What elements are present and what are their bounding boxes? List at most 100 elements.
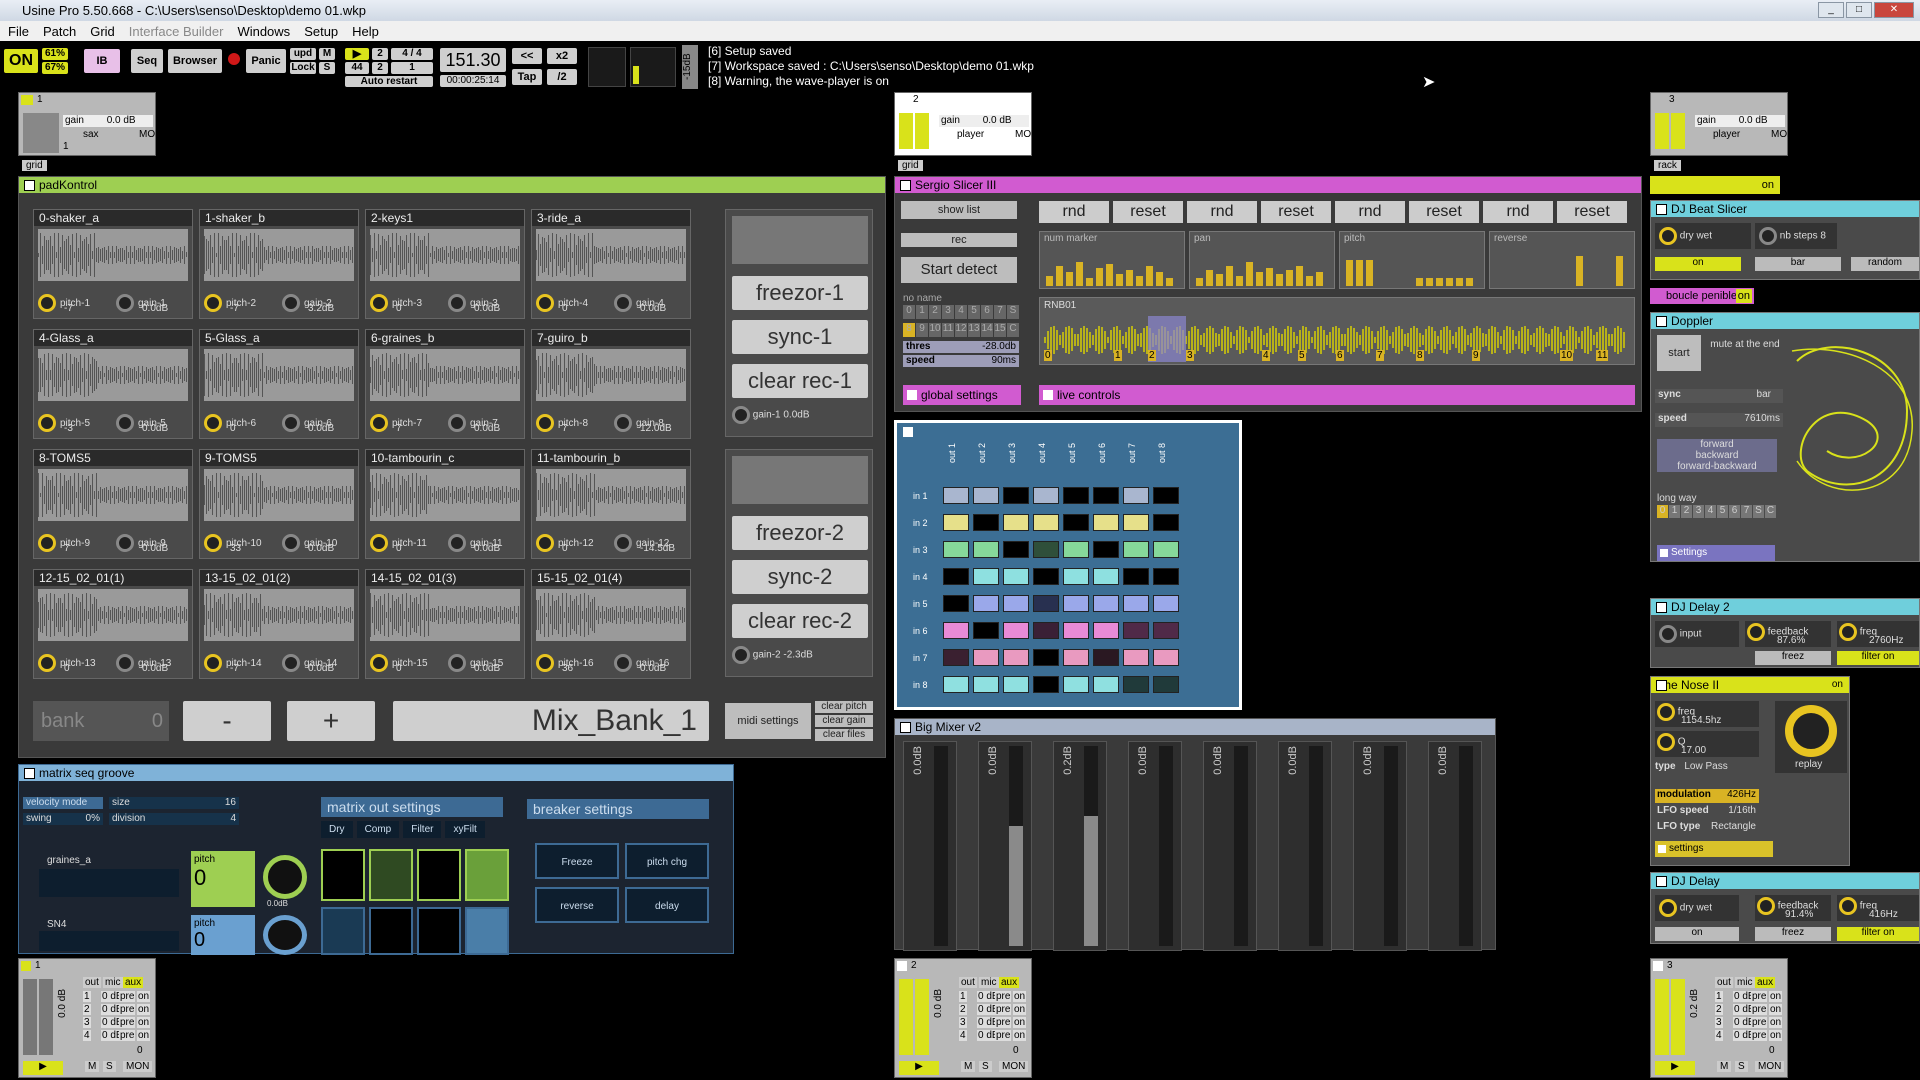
menu-setup[interactable]: Setup <box>304 24 338 39</box>
bus-cell[interactable]: on <box>1769 1017 1783 1028</box>
mute-button[interactable]: M <box>961 1061 976 1072</box>
sample-pad[interactable]: 5-Glass_a pitch-6 0 gain-6 0.0dB <box>199 329 359 439</box>
mon-button[interactable]: MON <box>999 1061 1029 1072</box>
matrix-cell[interactable] <box>973 595 999 612</box>
matrix-cell[interactable] <box>1033 622 1059 639</box>
gain-knob[interactable]: gain-1 0.0dB <box>116 294 168 314</box>
delay-freez-button[interactable]: freez <box>1755 927 1831 941</box>
matrix-cell[interactable] <box>1123 595 1149 612</box>
record-icon[interactable] <box>228 53 240 65</box>
slice-number[interactable]: 6 <box>981 305 993 319</box>
play-icon[interactable]: ▶ <box>1655 1061 1695 1075</box>
sync-control[interactable]: sync bar <box>1655 389 1783 403</box>
sample-pad[interactable]: 1-shaker_b pitch-2 -7 gain-2 3.2dB <box>199 209 359 319</box>
swing-slider[interactable]: swing 0% <box>23 813 103 825</box>
bar-button[interactable]: bar <box>1755 257 1841 271</box>
matrix-cell[interactable] <box>973 568 999 585</box>
matrix-cell[interactable] <box>973 487 999 504</box>
pad-waveform[interactable] <box>370 349 520 401</box>
boucle-on[interactable]: on <box>1735 289 1752 303</box>
pad-waveform[interactable] <box>204 229 354 281</box>
matrix-cell[interactable] <box>1093 514 1119 531</box>
bus-cell[interactable]: on <box>1769 991 1783 1002</box>
pad-waveform[interactable] <box>536 589 686 641</box>
sequence-editor[interactable]: reverse <box>1489 231 1635 289</box>
matrix-cell[interactable] <box>1153 622 1179 639</box>
slicer-reset-button[interactable]: reset <box>1261 201 1331 223</box>
filter-on-button[interactable]: filter on <box>1837 651 1919 665</box>
clear-pitch-button[interactable]: clear pitch <box>815 701 873 713</box>
filter-type[interactable]: type Low Pass <box>1655 761 1759 773</box>
doppler-header[interactable]: Doppler <box>1651 313 1919 329</box>
clear-rec-1-button[interactable]: clear rec-1 <box>732 364 868 398</box>
matrix-cell[interactable] <box>943 568 969 585</box>
gain-knob[interactable]: gain-5 0.0dB <box>116 414 168 434</box>
rack-gain[interactable]: gain 0.0 dB <box>939 115 1029 127</box>
matrix-cell[interactable] <box>1153 649 1179 666</box>
pad-waveform[interactable] <box>38 349 188 401</box>
long-way-number[interactable]: 3 <box>1693 505 1704 518</box>
long-way-number[interactable]: C <box>1765 505 1776 518</box>
gain-knob[interactable]: gain-4 0.0dB <box>614 294 666 314</box>
matrix-cell[interactable] <box>1153 514 1179 531</box>
bus-cell[interactable]: 1 <box>959 991 967 1002</box>
mute-button[interactable]: M <box>85 1061 100 1072</box>
long-way-number[interactable]: 1 <box>1669 505 1680 518</box>
matrix-cell[interactable] <box>1123 649 1149 666</box>
matrix-cell[interactable] <box>1063 595 1089 612</box>
matrix-cell[interactable] <box>1003 568 1029 585</box>
bus-cell[interactable]: 2 <box>1715 1004 1723 1015</box>
matrix-cell[interactable] <box>1033 595 1059 612</box>
doppler-settings-button[interactable]: Settings <box>1657 545 1775 561</box>
track-steps-sn4[interactable] <box>39 931 179 951</box>
pitch-knob[interactable]: pitch-7 7 <box>370 414 422 434</box>
matrix-cell[interactable] <box>1093 541 1119 558</box>
matrix-cell[interactable] <box>1123 676 1149 693</box>
bus-cell[interactable]: on <box>1013 1030 1027 1041</box>
bus-cell[interactable]: pre <box>1751 1030 1768 1041</box>
m-button[interactable]: M <box>319 48 335 60</box>
pitch-control-2[interactable]: pitch 0 <box>191 915 255 955</box>
matrix-cell[interactable] <box>1153 595 1179 612</box>
start-detect-button[interactable]: Start detect <box>901 257 1017 283</box>
pitch-knob[interactable]: pitch-14 -7 <box>204 654 262 674</box>
matrix-cell[interactable] <box>1063 622 1089 639</box>
menu-help[interactable]: Help <box>352 24 379 39</box>
pad-waveform[interactable] <box>370 589 520 641</box>
matrix-cell[interactable] <box>1153 487 1179 504</box>
slicer-reset-button[interactable]: reset <box>1557 201 1627 223</box>
bus-cell[interactable]: pre <box>119 1017 136 1028</box>
matrix-cell[interactable] <box>1123 487 1149 504</box>
slice-marker[interactable]: 6 <box>1336 350 1344 361</box>
minimize-button[interactable]: _ <box>1818 2 1844 18</box>
slice-number[interactable]: 0 <box>903 305 915 319</box>
reverse-button[interactable]: reverse <box>535 887 619 923</box>
matrix-out-settings-button[interactable]: matrix out settings <box>321 797 503 817</box>
pitch-knob[interactable]: pitch-5 -3 <box>38 414 90 434</box>
matrix-cell[interactable] <box>1123 568 1149 585</box>
play-icon[interactable]: ▶ <box>23 1061 63 1075</box>
rack-1-grid-tag[interactable]: grid <box>22 160 47 171</box>
pitch-knob[interactable]: pitch-12 0 <box>536 534 594 554</box>
sample-pad[interactable]: 3-ride_a pitch-4 0 gain-4 0.0dB <box>531 209 691 319</box>
gain-knob[interactable]: gain-15 0.0dB <box>448 654 503 674</box>
long-way-number[interactable]: 6 <box>1729 505 1740 518</box>
delay-filter-on-button[interactable]: filter on <box>1837 927 1919 941</box>
sample-pad[interactable]: 6-graines_b pitch-7 7 gain-7 0.0dB <box>365 329 525 439</box>
solo-button[interactable]: S <box>979 1061 992 1072</box>
pad-waveform[interactable] <box>204 349 354 401</box>
gain-2-knob[interactable]: gain-2 -2.3dB <box>732 646 813 664</box>
matrix-cell[interactable] <box>943 595 969 612</box>
rack-3-tag[interactable]: rack <box>1654 160 1681 171</box>
pitch-knob[interactable]: pitch-13 0 <box>38 654 96 674</box>
step-cell[interactable] <box>321 849 365 901</box>
matrix-cell[interactable] <box>1063 541 1089 558</box>
slice-number[interactable]: 13 <box>968 323 980 337</box>
freq-knob[interactable]: freq 2760Hz <box>1837 621 1919 647</box>
freezor-2-button[interactable]: freezor-2 <box>732 516 868 550</box>
matrix-cell[interactable] <box>1123 622 1149 639</box>
slice-marker[interactable]: 10 <box>1560 350 1574 361</box>
pitch-control[interactable]: pitch 0 <box>191 851 255 907</box>
dry-wet-knob[interactable]: dry wet <box>1655 223 1751 249</box>
sequence-editor[interactable]: pan <box>1189 231 1335 289</box>
